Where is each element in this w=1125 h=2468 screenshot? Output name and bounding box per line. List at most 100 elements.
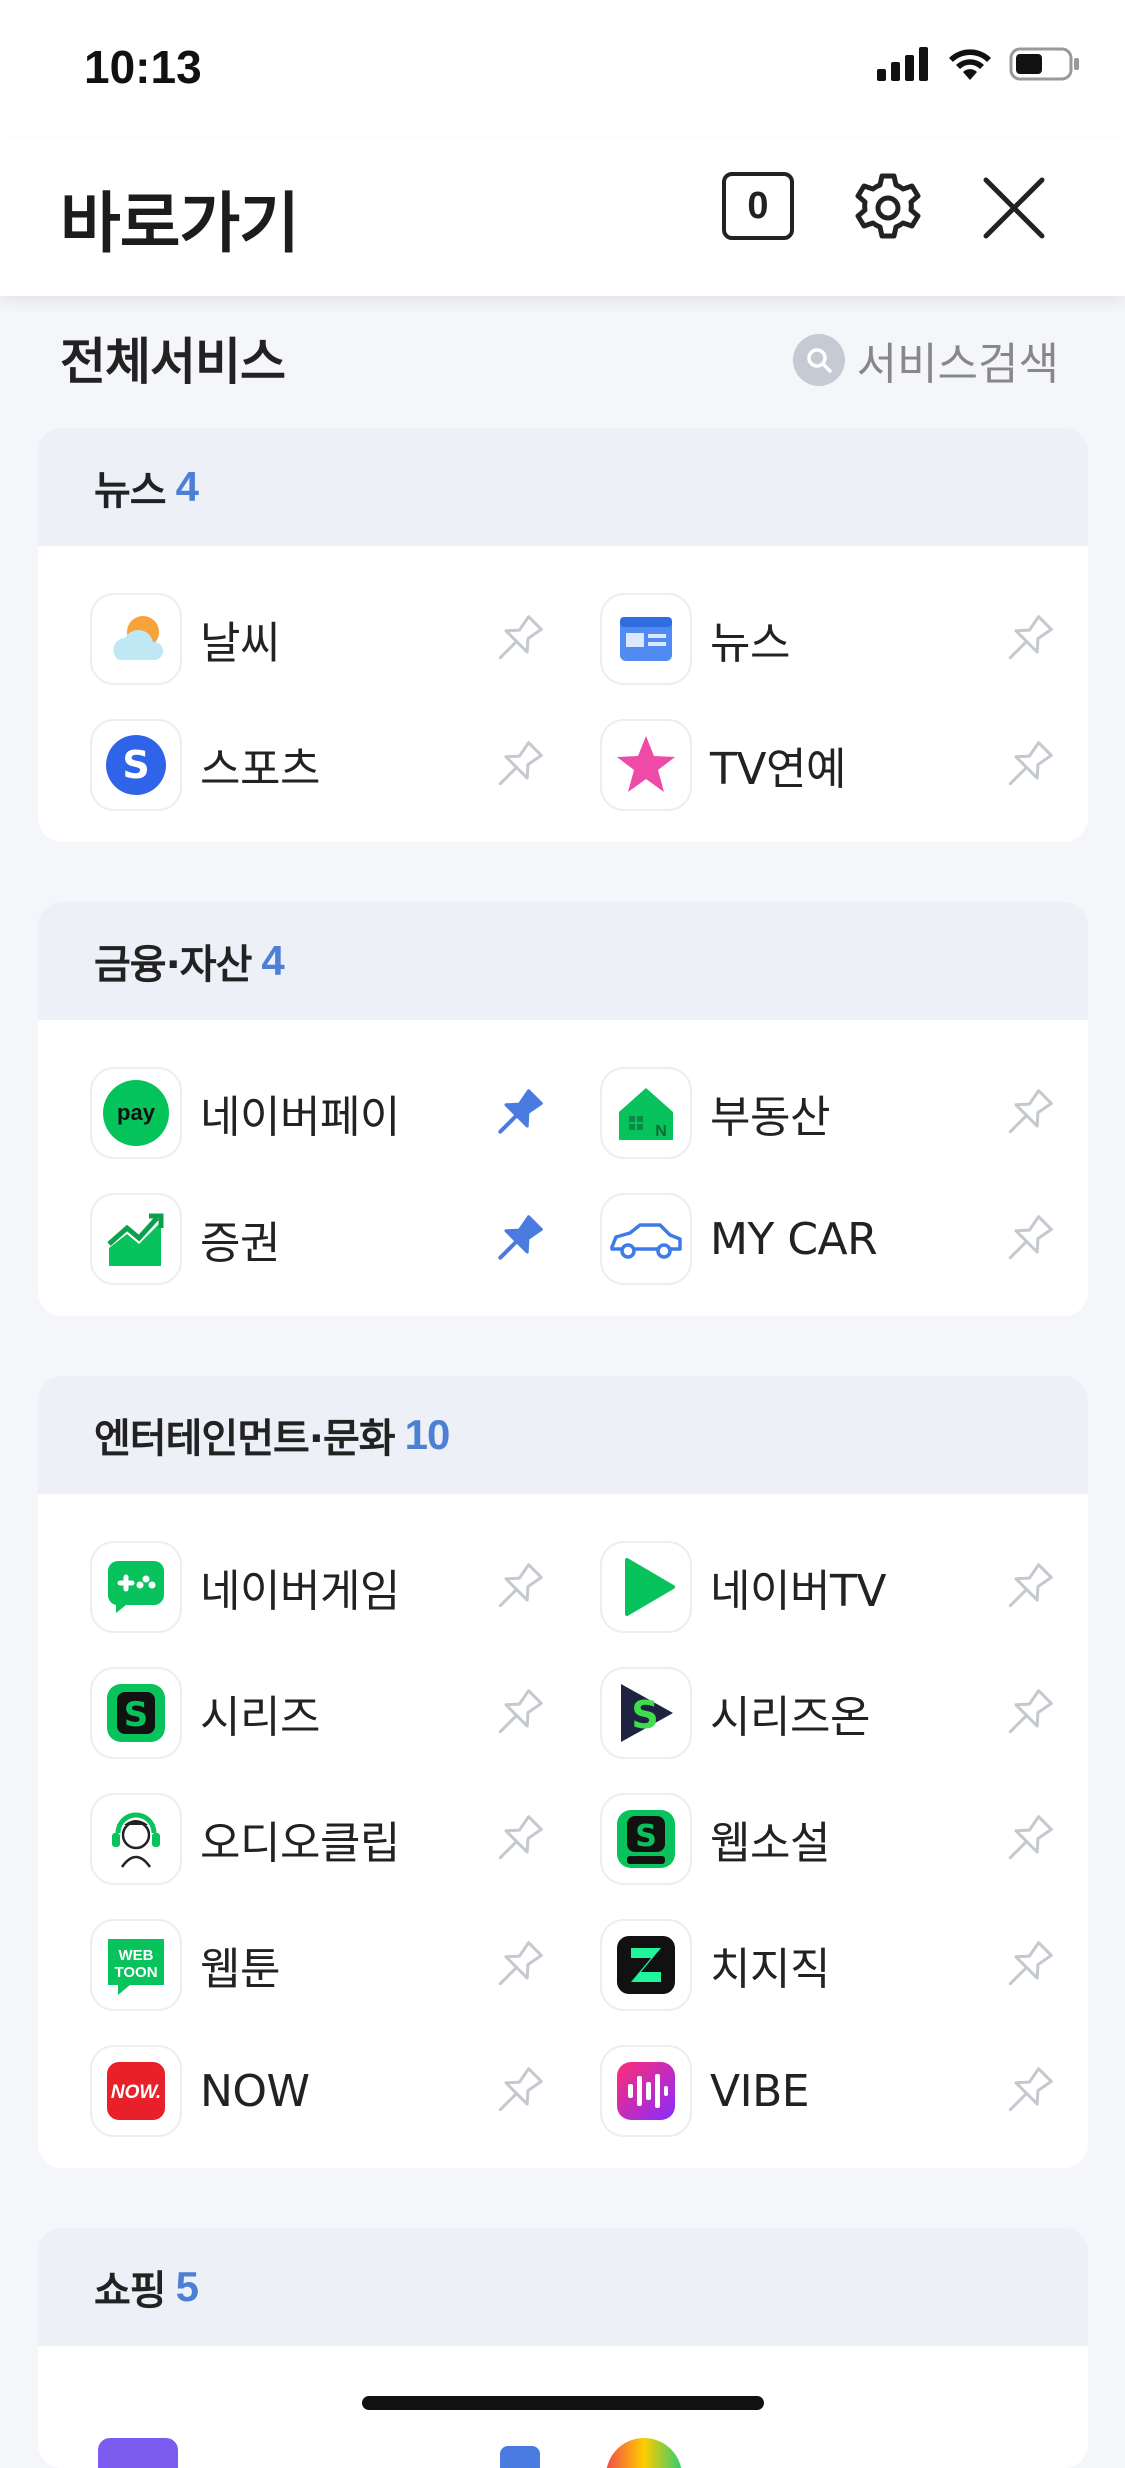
category-title: 뉴스 bbox=[94, 468, 167, 514]
pin-icon[interactable] bbox=[488, 2062, 548, 2122]
service-label: 네이버TV bbox=[710, 1566, 886, 1617]
pin-icon[interactable] bbox=[488, 610, 548, 670]
service-label: 오디오클립 bbox=[200, 1818, 400, 1869]
service-item-sports[interactable]: S 스포츠 bbox=[90, 718, 600, 812]
close-icon[interactable] bbox=[978, 172, 1050, 244]
audioclip-icon bbox=[90, 1793, 182, 1885]
service-grid: 날씨 뉴스 S 스포츠 TV연예 bbox=[38, 546, 1088, 842]
service-item-chzzk[interactable]: 치지직 bbox=[600, 1918, 1088, 2012]
pin-icon[interactable] bbox=[998, 1684, 1058, 1744]
wifi-icon bbox=[949, 49, 991, 80]
status-bar: 10:13 bbox=[0, 0, 1125, 140]
category-card-news: 뉴스 4 날씨 뉴스 S 스포츠 TV연예 bbox=[38, 428, 1088, 842]
category-header: 뉴스 4 bbox=[38, 428, 1088, 546]
service-label: 네이버게임 bbox=[200, 1566, 400, 1617]
house-icon: N bbox=[600, 1067, 692, 1159]
service-item-my-car[interactable]: MY CAR bbox=[600, 1192, 1088, 1286]
pin-icon[interactable] bbox=[998, 2062, 1058, 2122]
pin-icon[interactable] bbox=[998, 736, 1058, 796]
category-card-entertainment: 엔터테인먼트·문화 10 네이버게임 네이버TV S 시리즈 S 시리즈온 오디… bbox=[38, 1376, 1088, 2168]
svg-text:pay: pay bbox=[117, 1100, 156, 1125]
service-label: TV연예 bbox=[710, 744, 846, 795]
gear-icon[interactable] bbox=[848, 168, 928, 248]
gamepad-icon bbox=[90, 1541, 182, 1633]
svg-text:N: N bbox=[655, 1123, 667, 1140]
category-count: 4 bbox=[261, 937, 284, 984]
status-icons bbox=[877, 46, 1081, 82]
pin-icon[interactable] bbox=[998, 610, 1058, 670]
svg-text:S: S bbox=[122, 743, 149, 787]
pin-icon[interactable] bbox=[488, 1810, 548, 1870]
shortcut-count-button[interactable]: 0 bbox=[722, 172, 794, 240]
svg-text:S: S bbox=[124, 1695, 149, 1735]
weather-icon bbox=[90, 593, 182, 685]
service-label: 날씨 bbox=[200, 618, 280, 669]
series-icon: S bbox=[90, 1667, 182, 1759]
pin-icon[interactable] bbox=[488, 736, 548, 796]
service-label: 웹소설 bbox=[710, 1818, 830, 1869]
pin-icon[interactable] bbox=[998, 1936, 1058, 1996]
car-icon bbox=[600, 1193, 692, 1285]
service-grid: pay 네이버페이 N 부동산 증권 MY CAR bbox=[38, 1020, 1088, 1316]
service-label: 스포츠 bbox=[200, 744, 320, 795]
svg-text:NOW.: NOW. bbox=[111, 2082, 161, 2103]
service-search-button[interactable]: 서비스검색 bbox=[792, 328, 1059, 392]
service-label: 웹툰 bbox=[200, 1944, 280, 1995]
pin-active-icon[interactable] bbox=[488, 1084, 548, 1144]
category-card-finance: 금융·자산 4 pay 네이버페이 N 부동산 증권 MY CAR bbox=[38, 902, 1088, 1316]
svg-text:WEB: WEB bbox=[119, 1947, 154, 1964]
news-icon bbox=[600, 593, 692, 685]
service-item-audioclip[interactable]: 오디오클립 bbox=[90, 1792, 600, 1886]
shopping-icon bbox=[98, 2438, 178, 2468]
service-item-series[interactable]: S 시리즈 bbox=[90, 1666, 600, 1760]
service-item-naver-tv[interactable]: 네이버TV bbox=[600, 1540, 1088, 1634]
category-header: 쇼핑 5 bbox=[38, 2228, 1088, 2346]
pin-active-icon[interactable] bbox=[488, 1210, 548, 1270]
svg-text:S: S bbox=[635, 1819, 657, 1854]
service-item-webtoon[interactable]: WEB TOON 웹툰 bbox=[90, 1918, 600, 2012]
service-item-series-on[interactable]: S 시리즈온 bbox=[600, 1666, 1088, 1760]
vibe-icon bbox=[600, 2045, 692, 2137]
home-indicator bbox=[362, 2396, 764, 2410]
pin-icon[interactable] bbox=[488, 1558, 548, 1618]
pin-icon[interactable] bbox=[998, 1558, 1058, 1618]
service-item-vibe[interactable]: VIBE bbox=[600, 2044, 1088, 2138]
status-time: 10:13 bbox=[84, 41, 202, 93]
pin-active-icon[interactable] bbox=[500, 2446, 540, 2468]
sports-icon: S bbox=[90, 719, 182, 811]
category-title: 엔터테인먼트·문화 bbox=[94, 1416, 396, 1462]
service-item-real-estate[interactable]: N 부동산 bbox=[600, 1066, 1088, 1160]
pin-icon[interactable] bbox=[998, 1810, 1058, 1870]
service-item-webnovel[interactable]: S 웹소설 bbox=[600, 1792, 1088, 1886]
service-item-weather[interactable]: 날씨 bbox=[90, 592, 600, 686]
category-card-shopping: 쇼핑 5 bbox=[38, 2228, 1088, 2468]
service-label: VIBE bbox=[710, 2065, 810, 2117]
service-label: 시리즈온 bbox=[710, 1692, 870, 1743]
chzzk-icon bbox=[600, 1919, 692, 2011]
service-label: 증권 bbox=[200, 1218, 280, 1269]
pay-icon: pay bbox=[90, 1067, 182, 1159]
series-on-icon: S bbox=[600, 1667, 692, 1759]
pin-icon[interactable] bbox=[998, 1210, 1058, 1270]
category-count: 5 bbox=[175, 2263, 199, 2310]
pin-icon[interactable] bbox=[998, 1084, 1058, 1144]
now-icon: NOW. bbox=[90, 2045, 182, 2137]
service-item-now[interactable]: NOW. NOW bbox=[90, 2044, 600, 2138]
service-item-naver-game[interactable]: 네이버게임 bbox=[90, 1540, 600, 1634]
section-title: 전체서비스 bbox=[60, 333, 286, 391]
category-title: 쇼핑 bbox=[94, 2268, 167, 2314]
cellular-signal-icon bbox=[877, 47, 928, 81]
svg-text:TOON: TOON bbox=[114, 1964, 157, 1981]
service-item-news[interactable]: 뉴스 bbox=[600, 592, 1088, 686]
service-item-tv-entertainment[interactable]: TV연예 bbox=[600, 718, 1088, 812]
service-label: 뉴스 bbox=[710, 618, 790, 669]
svg-text:S: S bbox=[631, 1693, 658, 1737]
service-item-naver-pay[interactable]: pay 네이버페이 bbox=[90, 1066, 600, 1160]
service-label: MY CAR bbox=[710, 1213, 878, 1265]
service-grid: 네이버게임 네이버TV S 시리즈 S 시리즈온 오디오클립 S 웹소설 WEB… bbox=[38, 1494, 1088, 2168]
star-icon bbox=[600, 719, 692, 811]
service-label: 치지직 bbox=[710, 1944, 830, 1995]
service-item-stock[interactable]: 증권 bbox=[90, 1192, 600, 1286]
pin-icon[interactable] bbox=[488, 1684, 548, 1744]
pin-icon[interactable] bbox=[488, 1936, 548, 1996]
